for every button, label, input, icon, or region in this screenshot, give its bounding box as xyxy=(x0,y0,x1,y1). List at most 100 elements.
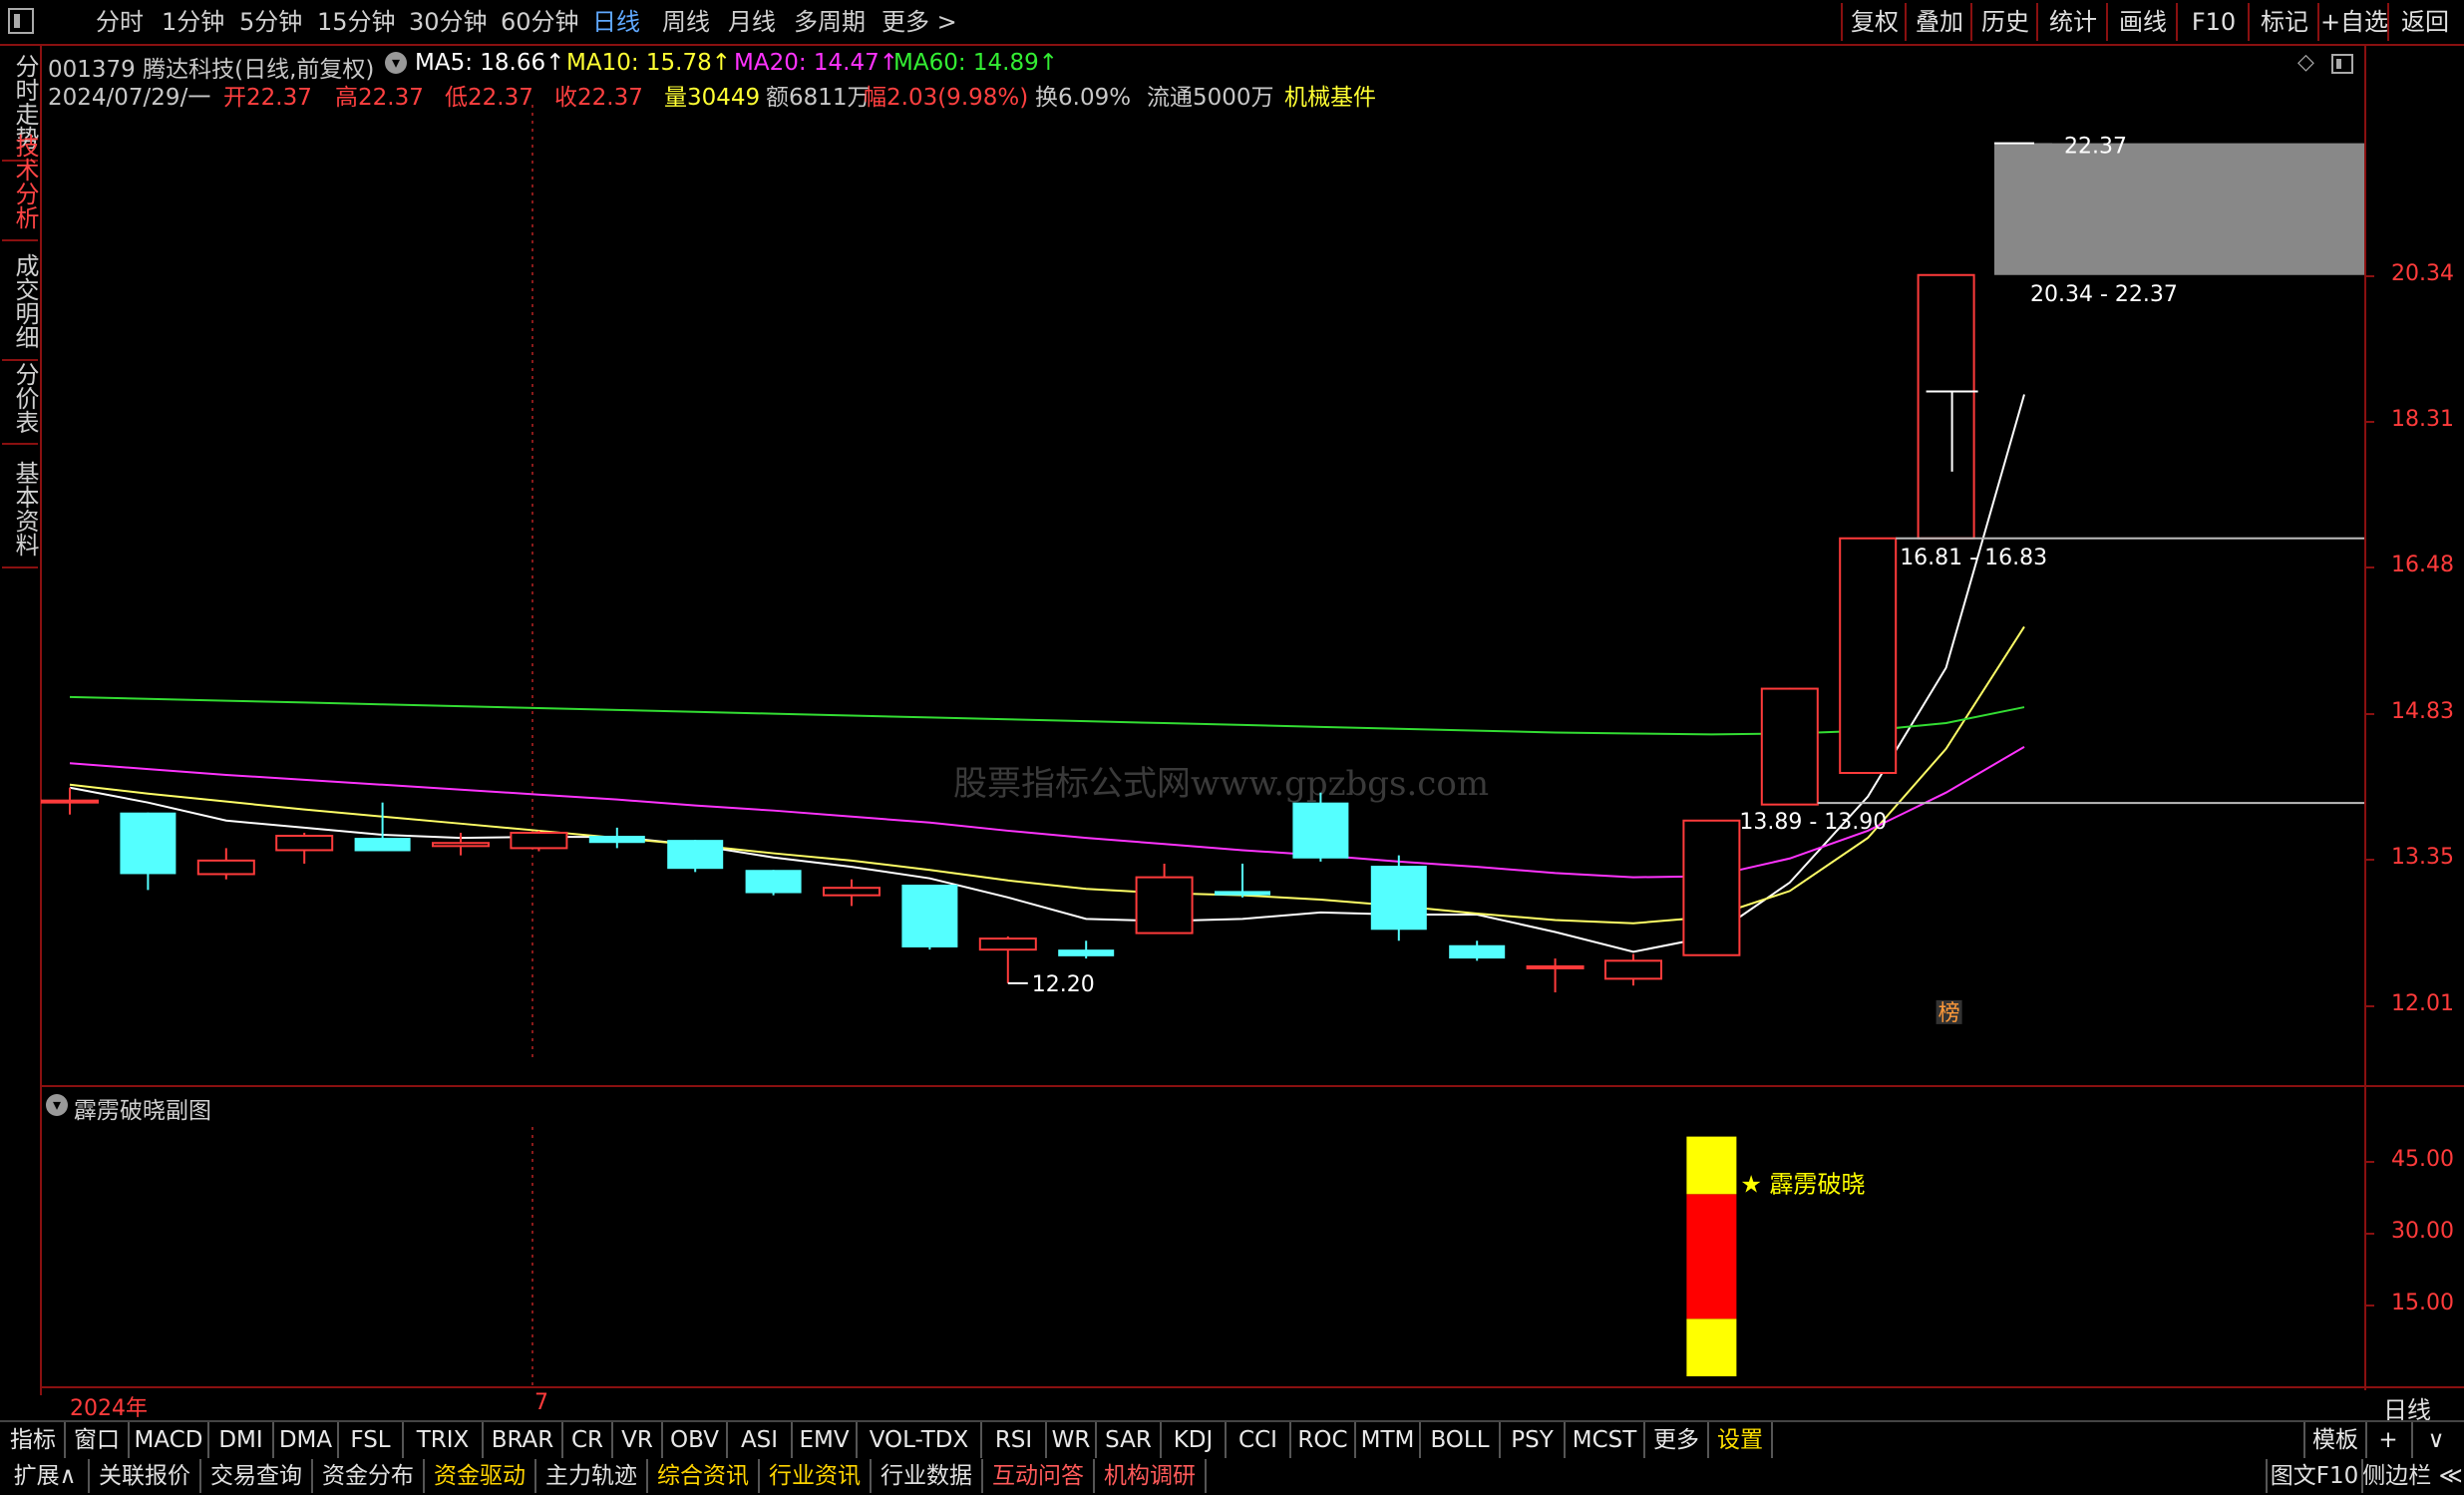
function-tab-6[interactable]: 综合资讯 xyxy=(648,1459,760,1493)
add-indicator-button[interactable]: + xyxy=(2365,1422,2413,1458)
candle[interactable] xyxy=(1058,940,1115,959)
period-tab-7[interactable]: 周线 xyxy=(662,0,710,44)
indicator-tab-20[interactable]: MTM xyxy=(1356,1422,1421,1458)
candle[interactable] xyxy=(1292,792,1349,862)
diamond-icon[interactable]: ◇ xyxy=(2297,50,2314,75)
period-tab-10[interactable]: 更多 > xyxy=(881,0,957,44)
toolbar-button-0[interactable]: 复权 xyxy=(1841,3,1907,41)
left-tab-2[interactable]: 成交明细 xyxy=(2,243,39,361)
indicator-tab-8[interactable]: CR xyxy=(563,1422,613,1458)
indicator-tab-25[interactable]: 设置 xyxy=(1709,1422,1773,1458)
function-tab-8[interactable]: 行业数据 xyxy=(872,1459,983,1493)
period-tab-3[interactable]: 15分钟 xyxy=(317,0,396,44)
period-tab-9[interactable]: 多周期 xyxy=(794,0,866,44)
function-tab-2[interactable]: 交易查询 xyxy=(201,1459,313,1493)
toolbar-button-6[interactable]: 标记 xyxy=(2248,3,2319,41)
f10-button[interactable]: 图文F10 xyxy=(2266,1459,2363,1493)
ma-toggle-icon[interactable]: ▾ xyxy=(385,52,407,74)
candle[interactable] xyxy=(1526,958,1584,993)
candle[interactable] xyxy=(120,812,176,891)
indicator-tab-15[interactable]: WR xyxy=(1047,1422,1097,1458)
toolbar-button-1[interactable]: 叠加 xyxy=(1905,3,1972,41)
function-tab-7[interactable]: 行业资讯 xyxy=(760,1459,872,1493)
indicator-tab-24[interactable]: 更多 xyxy=(1645,1422,1709,1458)
candle[interactable] xyxy=(1370,855,1427,941)
toolbar-button-2[interactable]: 历史 xyxy=(1970,3,2038,41)
period-tab-0[interactable]: 分时 xyxy=(96,0,144,44)
indicator-tab-3[interactable]: DMI xyxy=(209,1422,274,1458)
candle[interactable] xyxy=(196,848,255,880)
left-tab-3[interactable]: 分价表 xyxy=(2,353,39,445)
indicator-tab-12[interactable]: EMV xyxy=(793,1422,858,1458)
candle[interactable] xyxy=(901,885,958,950)
candle[interactable] xyxy=(1215,863,1270,898)
indicator-tab-18[interactable]: CCI xyxy=(1227,1422,1291,1458)
price-tick-5: 12.01 xyxy=(2391,990,2454,1016)
indicator-tab-0[interactable]: 指标 xyxy=(2,1422,66,1458)
function-tab-0[interactable]: 扩展∧ xyxy=(2,1459,90,1493)
function-tab-4[interactable]: 资金驱动 xyxy=(425,1459,536,1493)
indicator-tab-22[interactable]: PSY xyxy=(1501,1422,1566,1458)
period-tab-8[interactable]: 月线 xyxy=(728,0,776,44)
candle[interactable] xyxy=(588,827,645,849)
candle-body xyxy=(41,799,99,804)
toolbar-button-8[interactable]: 返回 xyxy=(2387,3,2461,41)
candle[interactable] xyxy=(978,935,1037,983)
indicator-tab-9[interactable]: VR xyxy=(613,1422,663,1458)
indicator-tab-6[interactable]: TRIX xyxy=(404,1422,484,1458)
period-tab-4[interactable]: 30分钟 xyxy=(409,0,488,44)
candle[interactable] xyxy=(1917,273,1975,540)
function-tab-1[interactable]: 关联报价 xyxy=(90,1459,201,1493)
period-tab-5[interactable]: 60分钟 xyxy=(501,0,579,44)
sub-tick-2: 15.00 xyxy=(2391,1290,2454,1315)
indicator-tab-13[interactable]: VOL-TDX xyxy=(858,1422,982,1458)
indicator-tab-16[interactable]: SAR xyxy=(1097,1422,1162,1458)
panel-toggle-icon[interactable] xyxy=(2331,54,2353,74)
period-tab-6[interactable]: 日线 xyxy=(592,0,640,44)
left-tab-1[interactable]: 技术分析 xyxy=(2,124,39,241)
candle[interactable] xyxy=(1760,687,1819,806)
function-tab-bar: 扩展∧ 关联报价 交易查询 资金分布 资金驱动 主力轨迹 综合资讯 行业资讯 行业数据 互动问答机… xyxy=(0,1459,2464,1495)
sub-indicator-chart[interactable]: ★ 霹雳破晓 xyxy=(40,1087,2364,1386)
period-tab-1[interactable]: 1分钟 xyxy=(162,0,224,44)
candle[interactable] xyxy=(1604,953,1662,986)
sidebar-button[interactable]: 侧边栏 ≪ xyxy=(2361,1459,2464,1493)
function-tab-5[interactable]: 主力轨迹 xyxy=(536,1459,648,1493)
chevron-down-icon[interactable]: ∨ xyxy=(2413,1422,2459,1458)
toolbar-button-4[interactable]: 画线 xyxy=(2106,3,2178,41)
candle[interactable] xyxy=(1682,819,1741,956)
candle[interactable] xyxy=(745,870,802,896)
indicator-tab-4[interactable]: DMA xyxy=(274,1422,339,1458)
period-tab-2[interactable]: 5分钟 xyxy=(239,0,302,44)
toolbar-button-5[interactable]: F10 xyxy=(2176,3,2250,41)
indicator-tab-17[interactable]: KDJ xyxy=(1162,1422,1227,1458)
template-button[interactable]: 模板 xyxy=(2303,1422,2367,1458)
candle[interactable] xyxy=(510,830,568,852)
indicator-tab-23[interactable]: MCST xyxy=(1566,1422,1645,1458)
indicator-tab-7[interactable]: BRAR xyxy=(484,1422,563,1458)
indicator-tab-19[interactable]: ROC xyxy=(1291,1422,1356,1458)
toolbar-button-7[interactable]: +自选 xyxy=(2317,3,2389,41)
indicator-tab-10[interactable]: OBV xyxy=(663,1422,728,1458)
left-tab-4[interactable]: 基本资料 xyxy=(2,451,39,568)
indicator-tab-2[interactable]: MACD xyxy=(130,1422,209,1458)
indicator-tab-11[interactable]: ASI xyxy=(728,1422,793,1458)
candle[interactable] xyxy=(275,832,334,864)
toolbar-button-3[interactable]: 统计 xyxy=(2036,3,2108,41)
candle[interactable] xyxy=(667,840,724,873)
candle[interactable] xyxy=(823,879,880,907)
candle[interactable] xyxy=(1449,940,1506,961)
candle[interactable] xyxy=(1839,537,1898,775)
main-candlestick-chart[interactable]: 22.37 20.34 - 22.37 16.81 - 16.83 13.89 - 1… xyxy=(40,105,2464,1087)
indicator-tab-1[interactable]: 窗口 xyxy=(66,1422,130,1458)
indicator-tab-14[interactable]: RSI xyxy=(982,1422,1047,1458)
candle[interactable] xyxy=(354,802,411,852)
function-tab-10[interactable]: 机构调研 xyxy=(1095,1459,1207,1493)
function-tab-9[interactable]: 互动问答 xyxy=(983,1459,1095,1493)
candle-body xyxy=(1215,891,1270,896)
indicator-tab-21[interactable]: BOLL xyxy=(1421,1422,1501,1458)
function-tab-3[interactable]: 资金分布 xyxy=(313,1459,425,1493)
window-menu-icon[interactable] xyxy=(8,8,34,34)
indicator-tab-5[interactable]: FSL xyxy=(339,1422,404,1458)
candle[interactable] xyxy=(1135,863,1194,934)
